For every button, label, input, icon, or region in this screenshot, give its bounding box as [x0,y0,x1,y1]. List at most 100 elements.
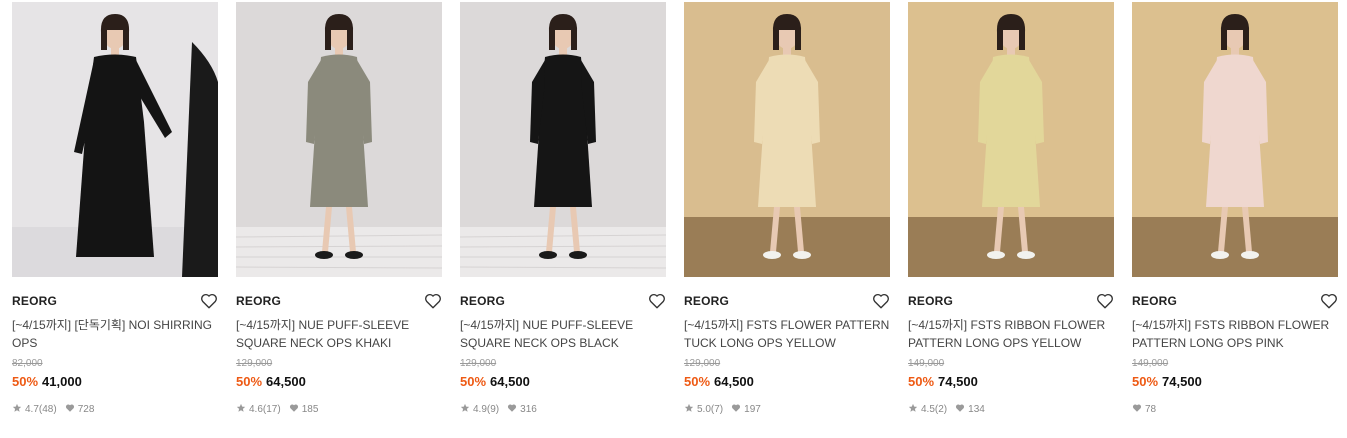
product-title[interactable]: [~4/15까지] FSTS FLOWER PATTERN TUCK LONG … [684,316,890,352]
price-row: 50% 74,500 [908,373,1114,390]
product-stats: 4.7 (48) 728 [12,403,218,417]
wishlist-heart-icon[interactable] [1096,292,1114,310]
discount-rate: 50% [1132,374,1159,389]
photo-floor [684,217,890,277]
heart-filled-icon [507,403,520,417]
heart-filled-icon [289,403,302,417]
discount-rate: 50% [236,374,263,389]
product-title[interactable]: [~4/15까지] FSTS RIBBON FLOWER PATTERN LON… [1132,316,1338,352]
star-icon [12,403,25,417]
discount-rate: 50% [908,374,935,389]
product-card[interactable]: REORG [~4/15까지] NUE PUFF-SLEEVE SQUARE NE… [460,2,666,417]
rating-stat: 4.7 (48) [12,403,57,417]
price-row: 50% 41,000 [12,373,218,390]
product-image[interactable] [12,2,218,277]
rating-stat: 5.0 (7) [684,403,723,417]
like-stat: 728 [65,403,95,417]
photo-floor [1132,217,1338,277]
discount-rate: 50% [12,374,39,389]
price-row: 50% 64,500 [684,373,890,390]
product-title[interactable]: [~4/15까지] NUE PUFF-SLEEVE SQUARE NECK OP… [460,316,666,352]
product-image[interactable] [908,2,1114,277]
photo-floor [236,227,442,277]
wishlist-heart-icon[interactable] [424,292,442,310]
wishlist-heart-icon[interactable] [872,292,890,310]
original-price: 82,000 [12,358,43,369]
price-row: 50% 64,500 [460,373,666,390]
rating-value: 4.9 [473,404,487,415]
heart-filled-icon [65,403,78,417]
like-count: 78 [1145,404,1157,415]
brand-name[interactable]: REORG [236,291,442,311]
product-title[interactable]: [~4/15까지] [단독기획] NOI SHIRRING OPS [12,316,218,352]
wishlist-heart-icon[interactable] [1320,292,1338,310]
product-title[interactable]: [~4/15까지] NUE PUFF-SLEEVE SQUARE NECK OP… [236,316,442,352]
like-stat: 185 [289,403,319,417]
product-stats: 78 [1132,403,1338,417]
photo-floor [460,227,666,277]
product-grid: REORG [~4/15까지] [단독기획] NOI SHIRRING OPS 82… [0,0,1347,438]
rating-stat: 4.6 (17) [236,403,281,417]
sale-price: 64,500 [266,374,306,389]
product-image[interactable] [236,2,442,277]
like-count: 185 [301,404,319,415]
like-stat: 78 [1132,403,1156,417]
wishlist-heart-icon[interactable] [648,292,666,310]
brand-name[interactable]: REORG [684,291,890,311]
star-icon [684,403,697,417]
original-price: 129,000 [684,358,721,369]
sale-price: 74,500 [1162,374,1202,389]
brand-name[interactable]: REORG [1132,291,1338,311]
discount-rate: 50% [460,374,487,389]
brand-name[interactable]: REORG [908,291,1114,311]
sale-price: 64,500 [714,374,754,389]
product-card[interactable]: REORG [~4/15까지] FSTS RIBBON FLOWER PATTER… [908,2,1114,417]
sale-price: 41,000 [42,374,82,389]
original-price: 149,000 [1132,358,1169,369]
product-stats: 5.0 (7) 197 [684,403,890,417]
review-count: (2) [934,404,948,415]
product-image[interactable] [684,2,890,277]
product-card[interactable]: REORG [~4/15까지] NUE PUFF-SLEEVE SQUARE NE… [236,2,442,417]
star-icon [236,403,249,417]
heart-filled-icon [731,403,744,417]
product-stats: 4.5 (2) 134 [908,403,1114,417]
photo-floor [908,217,1114,277]
product-image[interactable] [1132,2,1338,277]
product-image[interactable] [460,2,666,277]
like-stat: 197 [731,403,761,417]
wishlist-heart-icon[interactable] [200,292,218,310]
product-stats: 4.6 (17) 185 [236,403,442,417]
rating-value: 4.5 [921,404,935,415]
original-price: 149,000 [908,358,945,369]
price-row: 50% 74,500 [1132,373,1338,390]
brand-name[interactable]: REORG [12,291,218,311]
rating-value: 5.0 [697,404,711,415]
star-icon [460,403,473,417]
review-count: (9) [486,404,500,415]
heart-filled-icon [955,403,968,417]
like-count: 197 [744,404,761,415]
heart-filled-icon [1132,403,1145,417]
product-stats: 4.9 (9) 316 [460,403,666,417]
star-icon [908,403,921,417]
like-stat: 316 [507,403,537,417]
rating-stat: 4.5 (2) [908,403,947,417]
like-count: 316 [520,404,537,415]
product-card[interactable]: REORG [~4/15까지] FSTS FLOWER PATTERN TUCK … [684,2,890,417]
like-count: 134 [968,404,985,415]
price-row: 50% 64,500 [236,373,442,390]
like-stat: 134 [955,403,985,417]
review-count: (48) [38,404,57,415]
sale-price: 64,500 [490,374,530,389]
product-card[interactable]: REORG [~4/15까지] FSTS RIBBON FLOWER PATTER… [1132,2,1338,417]
original-price: 129,000 [236,358,273,369]
product-title[interactable]: [~4/15까지] FSTS RIBBON FLOWER PATTERN LON… [908,316,1114,352]
brand-name[interactable]: REORG [460,291,666,311]
like-count: 728 [77,404,95,415]
original-price: 129,000 [460,358,497,369]
review-count: (7) [710,404,724,415]
discount-rate: 50% [684,374,711,389]
product-card[interactable]: REORG [~4/15까지] [단독기획] NOI SHIRRING OPS 82… [12,2,218,417]
rating-value: 4.6 [249,404,263,415]
